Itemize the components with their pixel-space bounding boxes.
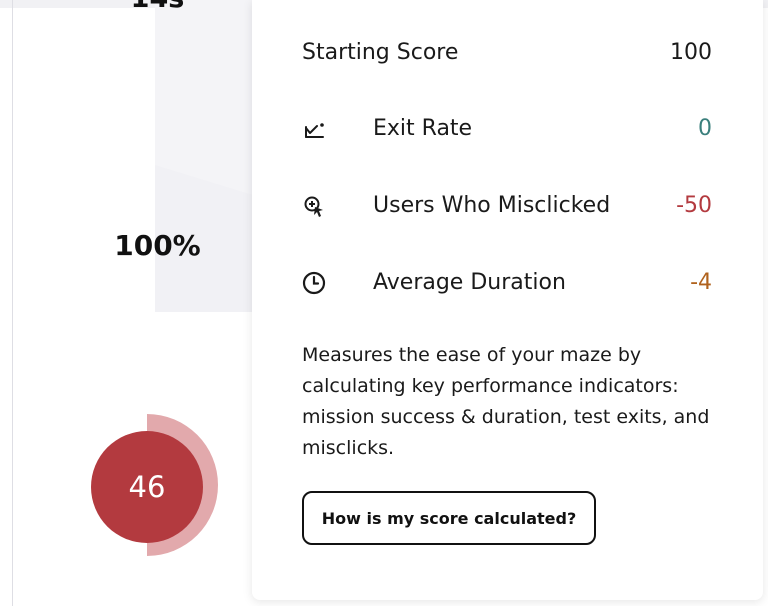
left-divider [12,0,13,606]
duration-stat: 14s [100,0,215,14]
score-value: 46 [128,470,166,504]
score-description: Measures the ease of your maze by calcul… [302,344,710,459]
clock-icon [302,271,328,297]
average-duration-row: Average Duration -4 [302,266,712,300]
exit-rate-row: Exit Rate 0 [302,112,712,146]
average-duration-value: -4 [690,270,712,295]
exit-rate-label: Exit Rate [373,116,473,141]
usability-score-badge[interactable]: 46 [90,414,222,556]
misclick-label: Users Who Misclicked [373,193,611,218]
average-duration-label: Average Duration [373,270,566,295]
score-calculation-button[interactable]: How is my score calculated? [302,491,596,545]
misclick-cursor-icon [302,194,328,220]
misclick-value: -50 [676,193,712,218]
starting-score-value: 100 [670,40,712,65]
score-breakdown-popover: Starting Score 100 Exit Rate 0 Users Who… [252,0,763,600]
misclick-row: Users Who Misclicked -50 [302,189,712,223]
success-percent-stat: 100% [114,229,201,262]
exit-rate-value: 0 [698,116,712,141]
page: 14s 100% 46 Starting Score 100 Exit Rate… [0,0,768,606]
starting-score-label: Starting Score [302,40,459,65]
starting-score-row: Starting Score 100 [302,36,712,70]
exit-rate-icon [302,117,328,143]
